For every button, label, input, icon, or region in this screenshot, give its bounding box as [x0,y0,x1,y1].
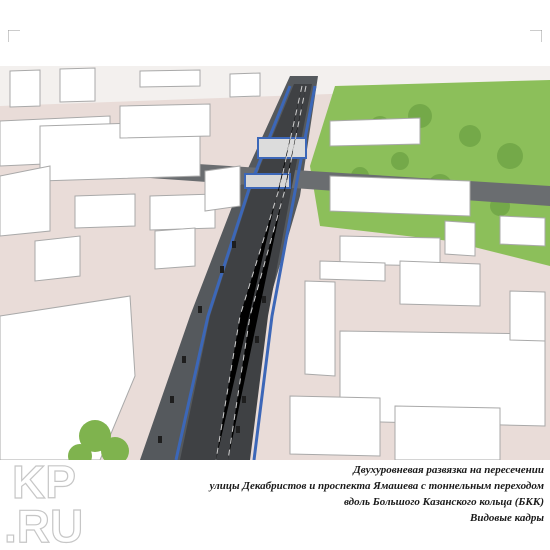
caption-block: Двухуровневая развязка на пересечении ул… [120,462,544,526]
kp-ru-watermark-logo: KP .RU [3,456,83,548]
caption-line-3: вдоль Большого Казанского кольца (БКК) [343,496,544,508]
tunnel-portal-far [257,137,307,159]
tunnel-portal-near [244,173,291,189]
svg-text:.RU: .RU [4,500,83,548]
caption-line-2: улицы Декабристов и проспекта Ямашева с … [209,480,544,492]
corner-mark-top-left [8,30,20,42]
corner-mark-top-right [530,30,542,42]
caption-line-1: Двухуровневая развязка на пересечении [353,464,544,476]
interchange-render [0,66,550,460]
caption-line-4: Видовые кадры [470,512,544,524]
